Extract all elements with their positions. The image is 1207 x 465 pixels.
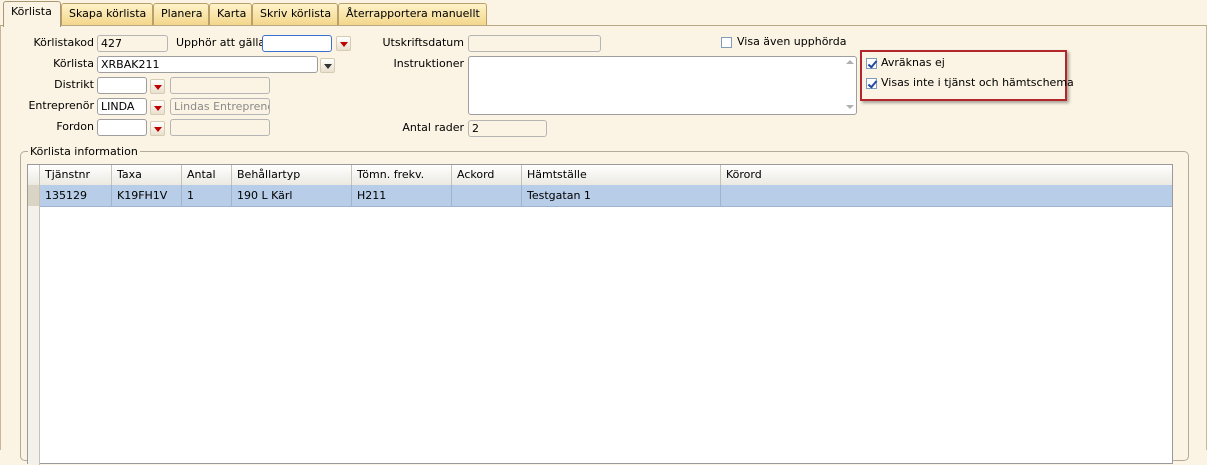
group-title: Körlista information: [28, 145, 140, 158]
fordon-dropdown-button[interactable]: [150, 121, 165, 136]
column-header-korord[interactable]: Körord: [721, 165, 1172, 185]
row-selector[interactable]: [28, 185, 40, 206]
distrikt-name-field: [170, 77, 270, 94]
cell-hamtstalle: Testgatan 1: [522, 185, 721, 206]
korlista-field[interactable]: XRBAK211: [97, 56, 318, 73]
column-header-antal[interactable]: Antal: [182, 165, 232, 185]
korlistakod-field: 427: [97, 35, 168, 52]
scroll-down-icon[interactable]: [846, 105, 854, 109]
cell-taxa: K19FH1V: [112, 185, 182, 206]
chevron-down-icon: [154, 106, 162, 111]
entreprenor-label: Entreprenör: [28, 99, 94, 112]
row-header-column: [28, 206, 40, 465]
antal-rader-label: Antal rader: [402, 121, 464, 134]
column-header-ackord[interactable]: Ackord: [452, 165, 522, 185]
avraknas-ej-checkbox[interactable]: [866, 58, 877, 69]
chevron-down-icon: [154, 127, 162, 132]
fordon-label: Fordon: [56, 120, 94, 133]
fordon-name-field: [170, 119, 270, 136]
column-header-hamtstalle[interactable]: Hämtställe: [522, 165, 721, 185]
avraknas-ej-label: Avräknas ej: [881, 56, 945, 69]
entreprenor-field[interactable]: LINDA: [97, 98, 147, 115]
cell-ackord: [452, 185, 522, 206]
column-header-tjanstnr[interactable]: Tjänstnr: [40, 165, 112, 185]
row-header-corner: [28, 165, 40, 185]
grid-header: Tjänstnr Taxa Antal Behållartyp Tömn. fr…: [28, 165, 1172, 186]
upphor-date-field[interactable]: [262, 35, 332, 52]
korlista-label: Körlista: [53, 57, 94, 70]
tab-karta[interactable]: Karta: [209, 3, 252, 25]
distrikt-label: Distrikt: [54, 78, 94, 91]
instruktioner-label: Instruktioner: [393, 57, 465, 70]
visas-inte-checkbox[interactable]: [866, 78, 877, 89]
visa-upphorda-checkbox[interactable]: [721, 37, 732, 48]
column-header-behallartyp[interactable]: Behållartyp: [232, 165, 352, 185]
distrikt-field[interactable]: [97, 77, 147, 94]
entreprenor-dropdown-button[interactable]: [150, 100, 165, 115]
cell-korord: [721, 185, 1172, 206]
tab-planera[interactable]: Planera: [153, 3, 209, 25]
tab-skriv-korlista[interactable]: Skriv körlista: [252, 3, 338, 25]
korlista-grid[interactable]: Tjänstnr Taxa Antal Behållartyp Tömn. fr…: [27, 164, 1173, 465]
cell-behallartyp: 190 L Kärl: [232, 185, 352, 206]
column-header-taxa[interactable]: Taxa: [112, 165, 182, 185]
fordon-field[interactable]: [97, 119, 147, 136]
utskriftsdatum-field: [468, 35, 601, 52]
tab-aterrapportera-manuellt[interactable]: Återrapportera manuellt: [338, 3, 487, 25]
cell-antal: 1: [182, 185, 232, 206]
visa-upphorda-label: Visa även upphörda: [737, 35, 847, 48]
chevron-down-icon: [340, 42, 348, 47]
instruktioner-textarea[interactable]: [468, 56, 857, 115]
chevron-down-icon: [154, 85, 162, 90]
distrikt-dropdown-button[interactable]: [150, 79, 165, 94]
table-row[interactable]: 135129 K19FH1V 1 190 L Kärl H211 Testgat…: [28, 185, 1172, 207]
antal-rader-field: 2: [468, 120, 547, 137]
korlista-dropdown-button[interactable]: [320, 58, 335, 73]
tab-skapa-korlista[interactable]: Skapa körlista: [61, 3, 153, 25]
scroll-up-icon[interactable]: [846, 60, 854, 64]
column-header-tomn-frekv[interactable]: Tömn. frekv.: [352, 165, 452, 185]
tab-strip: Körlista Skapa körlista Planera Karta Sk…: [0, 0, 1207, 27]
korlistakod-label: Körlistakod: [33, 36, 94, 49]
tab-korlista[interactable]: Körlista: [3, 1, 61, 27]
upphor-dropdown-button[interactable]: [336, 36, 351, 51]
upphor-label: Upphör att gälla: [176, 36, 266, 49]
chevron-down-icon: [324, 64, 332, 69]
entreprenor-name-field: Lindas Entreprenör: [170, 98, 270, 115]
visas-inte-label: Visas inte i tjänst och hämtschema: [881, 76, 1074, 89]
cell-tjanstnr: 135129: [40, 185, 112, 206]
cell-tomn-frekv: H211: [352, 185, 452, 206]
utskriftsdatum-label: Utskriftsdatum: [382, 36, 465, 49]
